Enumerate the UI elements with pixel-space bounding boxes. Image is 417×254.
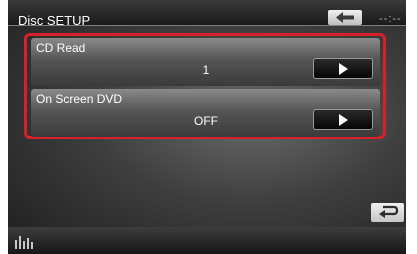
right-frame-border (406, 0, 417, 254)
setting-row-cd-read[interactable]: CD Read 1 (31, 38, 380, 86)
play-arrow-icon (339, 114, 348, 126)
bottom-bar (8, 227, 406, 254)
back-button[interactable] (328, 10, 362, 25)
setting-value: OFF (194, 114, 218, 128)
setting-value: 1 (202, 63, 210, 77)
title-bar: Disc SETUP --:-- (8, 0, 406, 28)
play-arrow-icon (339, 63, 348, 75)
setting-row-on-screen-dvd[interactable]: On Screen DVD OFF (31, 89, 380, 137)
header-divider (8, 25, 406, 26)
left-frame-border (0, 0, 8, 254)
on-screen-dvd-arrow-button[interactable] (313, 109, 373, 130)
cd-read-arrow-button[interactable] (313, 58, 373, 79)
setting-label: On Screen DVD (36, 92, 123, 106)
setting-label: CD Read (36, 41, 86, 55)
left-arrow-icon (336, 12, 354, 23)
return-button[interactable] (371, 203, 404, 222)
equalizer-icon[interactable] (14, 234, 36, 249)
return-icon (378, 205, 398, 218)
clock-display: --:-- (379, 13, 402, 25)
